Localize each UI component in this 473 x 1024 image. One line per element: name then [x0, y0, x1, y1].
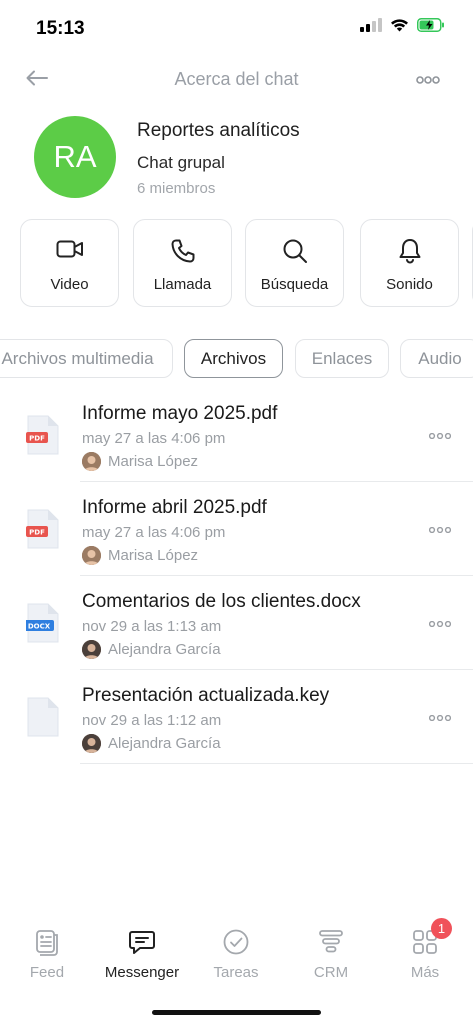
tab-archivos[interactable]: Archivos [184, 339, 283, 378]
pdf-file-icon: PDF [26, 414, 60, 456]
call-label: Llamada [153, 276, 212, 293]
file-more-button[interactable] [427, 708, 453, 726]
bell-icon [361, 238, 458, 264]
phone-icon [134, 238, 231, 264]
file-date: may 27 a las 4:06 pm [82, 430, 226, 447]
author-name: Marisa López [108, 546, 199, 564]
list-item[interactable]: Presentación actualizada.key nov 29 a la… [0, 670, 473, 764]
nav-feed[interactable]: Feed [0, 918, 94, 988]
page-title: Acerca del chat [174, 69, 299, 89]
generic-file-icon [26, 696, 60, 738]
author-name: Alejandra García [108, 734, 221, 752]
file-more-button[interactable] [427, 426, 453, 444]
home-indicator[interactable] [152, 1010, 321, 1015]
more-dots-icon [428, 708, 452, 726]
nav-crm[interactable]: CRM [284, 918, 378, 988]
status-icons [360, 18, 445, 37]
check-circle-icon [189, 928, 283, 956]
tab-label: Enlaces [311, 348, 373, 368]
list-item[interactable]: PDF Informe abril 2025.pdf may 27 a las … [0, 482, 473, 576]
video-button[interactable]: Video [20, 219, 119, 307]
sound-label: Sonido [386, 276, 433, 293]
grid-icon [378, 928, 472, 956]
file-date: nov 29 a las 1:13 am [82, 618, 222, 635]
nav-label: Tareas [213, 964, 259, 981]
more-button[interactable] [413, 66, 443, 94]
chat-type: Chat grupal [137, 153, 225, 172]
author-name: Marisa López [108, 452, 199, 470]
file-name: Informe mayo 2025.pdf [82, 403, 278, 424]
file-author: Alejandra García [82, 733, 221, 753]
status-bar: 15:13 [0, 0, 473, 56]
tab-label: Archivos [200, 348, 267, 368]
docx-file-icon: DOCX [24, 602, 60, 644]
file-author: Marisa López [82, 451, 198, 471]
svg-text:PDF: PDF [29, 435, 45, 443]
file-author: Marisa López [82, 545, 198, 565]
file-date: nov 29 a las 1:12 am [82, 712, 222, 729]
more-dots-icon [416, 71, 440, 89]
bottom-nav: Feed Messenger Tareas CRM 1 Más [0, 918, 473, 994]
search-icon [246, 238, 343, 264]
chat-name: Reportes analíticos [137, 120, 300, 141]
file-more-button[interactable] [427, 520, 453, 538]
search-label: Búsqueda [260, 276, 329, 293]
tab-label: Archivos multimedia [1, 348, 154, 368]
nav-label: Feed [29, 964, 65, 981]
author-name: Alejandra García [108, 640, 221, 658]
wifi-icon [390, 18, 409, 37]
list-item[interactable]: PDF Informe mayo 2025.pdf may 27 a las 4… [0, 388, 473, 482]
quick-actions: Video Llamada Búsqueda Sonido [20, 219, 473, 309]
video-label: Video [50, 276, 89, 293]
file-author: Alejandra García [82, 639, 221, 659]
more-dots-icon [428, 426, 452, 444]
nav-mas[interactable]: 1 Más [378, 918, 472, 988]
nav-messenger[interactable]: Messenger [95, 918, 189, 988]
nav-tareas[interactable]: Tareas [189, 918, 283, 988]
file-more-button[interactable] [427, 614, 453, 632]
tab-label: Audio [418, 348, 462, 368]
avatar-initials: RA [53, 139, 97, 174]
tab-audio[interactable]: Audio [400, 339, 473, 378]
tab-enlaces[interactable]: Enlaces [295, 339, 389, 378]
avatar [82, 639, 101, 659]
list-item[interactable]: DOCX Comentarios de los clientes.docx no… [0, 576, 473, 670]
more-dots-icon [428, 614, 452, 632]
chat-header: RA Reportes analíticos Chat grupal 6 mie… [0, 116, 473, 206]
nav-bar: Acerca del chat [0, 58, 473, 102]
svg-text:PDF: PDF [29, 529, 45, 537]
chat-avatar[interactable]: RA [34, 116, 116, 198]
svg-text:DOCX: DOCX [28, 623, 51, 631]
avatar [82, 451, 101, 471]
nav-label: Más [410, 964, 440, 981]
more-dots-icon [428, 520, 452, 538]
notification-badge: 1 [431, 918, 452, 939]
chat-members-count[interactable]: 6 miembros [137, 180, 215, 197]
pdf-file-icon: PDF [26, 508, 60, 550]
file-name: Comentarios de los clientes.docx [82, 591, 361, 612]
file-name: Informe abril 2025.pdf [82, 497, 267, 518]
sound-button[interactable]: Sonido [360, 219, 459, 307]
funnel-icon [284, 928, 378, 956]
chat-bubble-icon [95, 928, 189, 956]
video-camera-icon [21, 238, 118, 260]
battery-charging-icon [417, 18, 445, 37]
status-time: 15:13 [36, 18, 85, 39]
avatar [82, 733, 101, 753]
feed-icon [0, 928, 94, 956]
file-date: may 27 a las 4:06 pm [82, 524, 226, 541]
divider [80, 763, 473, 764]
search-button[interactable]: Búsqueda [245, 219, 344, 307]
signal-icon [360, 18, 382, 37]
nav-label: Messenger [104, 964, 180, 981]
nav-label: CRM [313, 964, 349, 981]
media-tabs: Archivos multimedia Archivos Enlaces Aud… [0, 339, 473, 381]
file-name: Presentación actualizada.key [82, 685, 330, 706]
call-button[interactable]: Llamada [133, 219, 232, 307]
avatar [82, 545, 101, 565]
tab-archivos-multimedia[interactable]: Archivos multimedia [0, 339, 173, 378]
